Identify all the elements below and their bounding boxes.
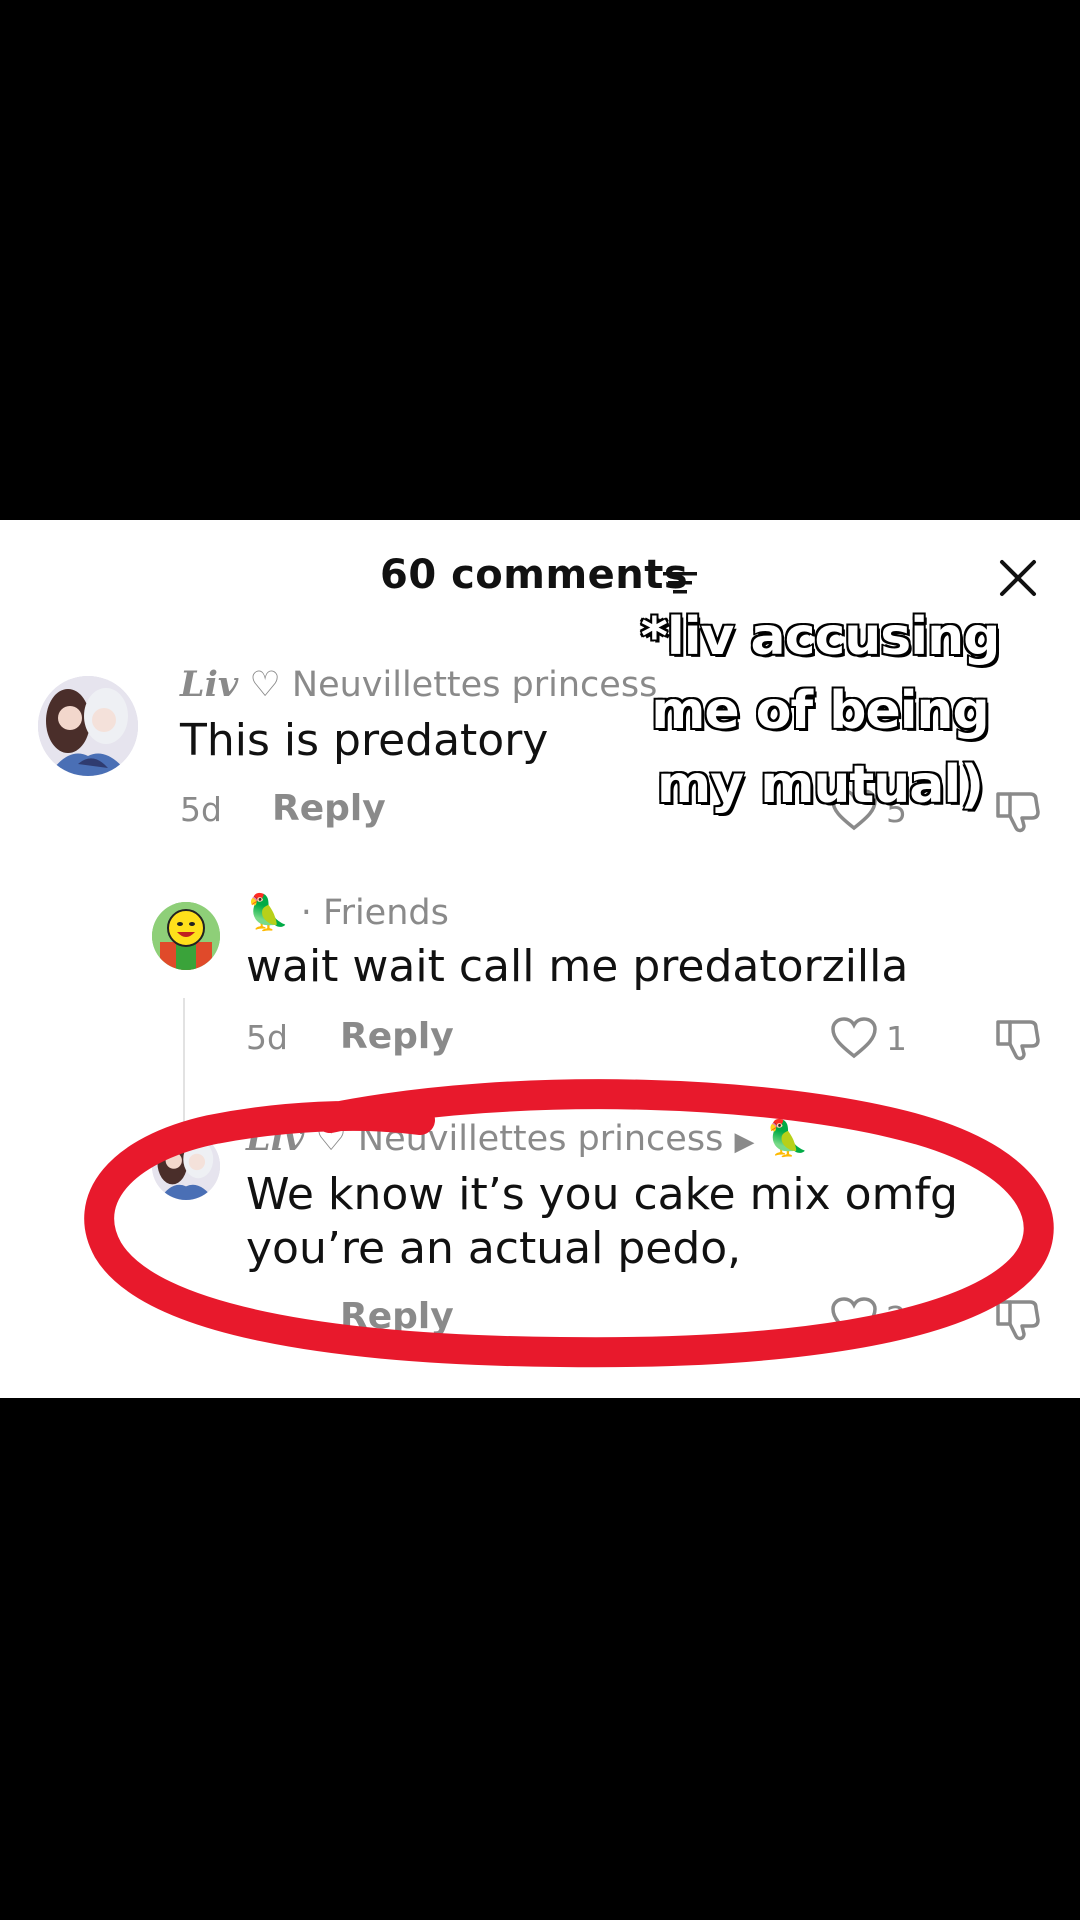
heart-icon bbox=[831, 1017, 877, 1059]
like-count: 1 bbox=[886, 1018, 907, 1058]
comment-time: 5d bbox=[246, 1018, 288, 1057]
reply-button[interactable]: Reply bbox=[340, 1016, 454, 1057]
reply-button[interactable]: Reply bbox=[272, 788, 386, 829]
avatar[interactable] bbox=[38, 676, 138, 776]
avatar[interactable] bbox=[152, 902, 220, 970]
avatar-image bbox=[152, 1132, 220, 1200]
comment-time: 5d bbox=[180, 790, 222, 829]
overlay-caption: *liv accusing me of being my mutual) bbox=[639, 606, 1002, 817]
reply-arrow-icon: ▶ bbox=[734, 1127, 755, 1157]
avatar-image bbox=[38, 676, 138, 776]
comment-username[interactable]: Liv ♡ Neuvillettes princess ▶ 🦜 bbox=[246, 1118, 809, 1159]
parrot-icon: 🦜 bbox=[246, 893, 290, 933]
close-icon[interactable] bbox=[998, 558, 1038, 598]
comment-username[interactable]: Liv ♡ Neuvillettes princess bbox=[180, 664, 657, 705]
like-button[interactable]: 1 bbox=[830, 1016, 907, 1060]
like-count: 2 bbox=[886, 1298, 907, 1338]
filter-icon[interactable] bbox=[663, 570, 697, 596]
comments-count-title: 60 comments bbox=[380, 552, 689, 598]
reply-button[interactable]: Reply bbox=[340, 1296, 454, 1337]
heart-icon bbox=[831, 1297, 877, 1339]
comment-text: We know it’s you cake mix omfg you’re an… bbox=[246, 1169, 958, 1274]
like-button[interactable]: 2 bbox=[830, 1296, 907, 1340]
comment-text: wait wait call me predatorzilla bbox=[246, 941, 909, 992]
dislike-icon[interactable] bbox=[992, 1014, 1042, 1062]
comment-text: This is predatory bbox=[180, 715, 549, 766]
parrot-icon: 🦜 bbox=[765, 1119, 810, 1159]
avatar[interactable] bbox=[152, 1132, 220, 1200]
avatar-image bbox=[152, 902, 220, 970]
dislike-icon[interactable] bbox=[992, 1294, 1042, 1342]
thread-line bbox=[183, 998, 185, 1138]
comment-username[interactable]: 🦜 · Friends bbox=[246, 892, 449, 933]
